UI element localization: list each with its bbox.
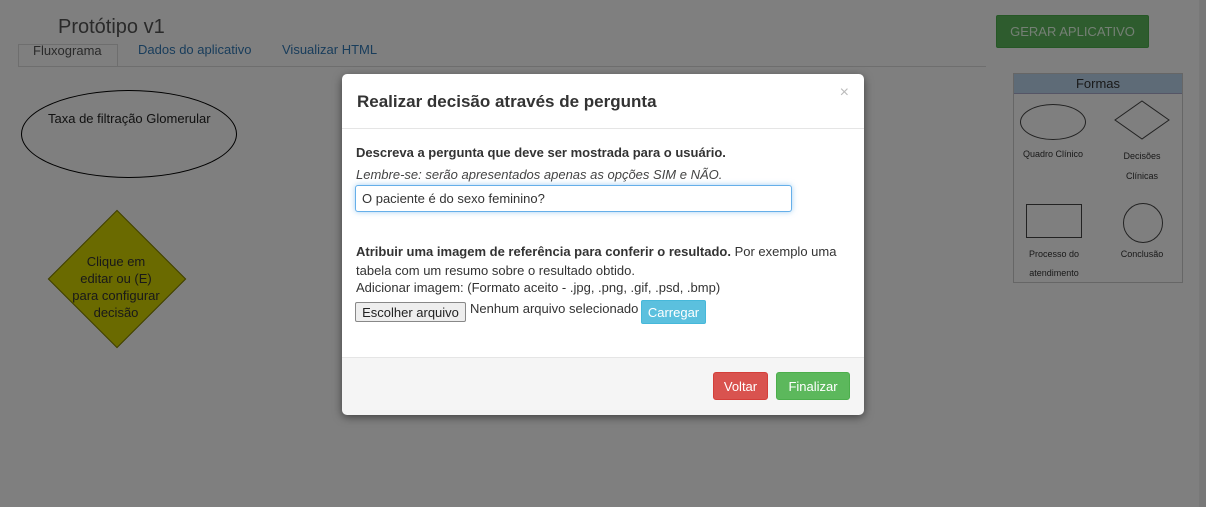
decision-question-modal: Realizar decisão através de pergunta × D… (342, 74, 864, 415)
modal-header: Realizar decisão através de pergunta × (342, 74, 864, 129)
image-instructions-bold: Atribuir uma imagem de referência para c… (356, 244, 731, 259)
modal-footer: Voltar Finalizar (342, 357, 864, 415)
finish-button[interactable]: Finalizar (776, 372, 850, 400)
close-icon[interactable]: × (840, 84, 849, 102)
upload-button[interactable]: Carregar (641, 300, 706, 324)
question-label: Descreva a pergunta que deve ser mostrad… (356, 145, 726, 160)
question-input[interactable] (355, 185, 792, 212)
image-instructions: Atribuir uma imagem de referência para c… (356, 242, 856, 280)
image-formats-label: Adicionar imagem: (Formato aceito - .jpg… (356, 280, 721, 295)
no-file-selected-label: Nenhum arquivo selecionado (470, 301, 639, 316)
modal-title: Realizar decisão através de pergunta (357, 92, 657, 111)
question-hint: Lembre-se: serão apresentados apenas as … (356, 167, 723, 182)
choose-file-button[interactable]: Escolher arquivo (355, 302, 466, 322)
back-button[interactable]: Voltar (713, 372, 768, 400)
